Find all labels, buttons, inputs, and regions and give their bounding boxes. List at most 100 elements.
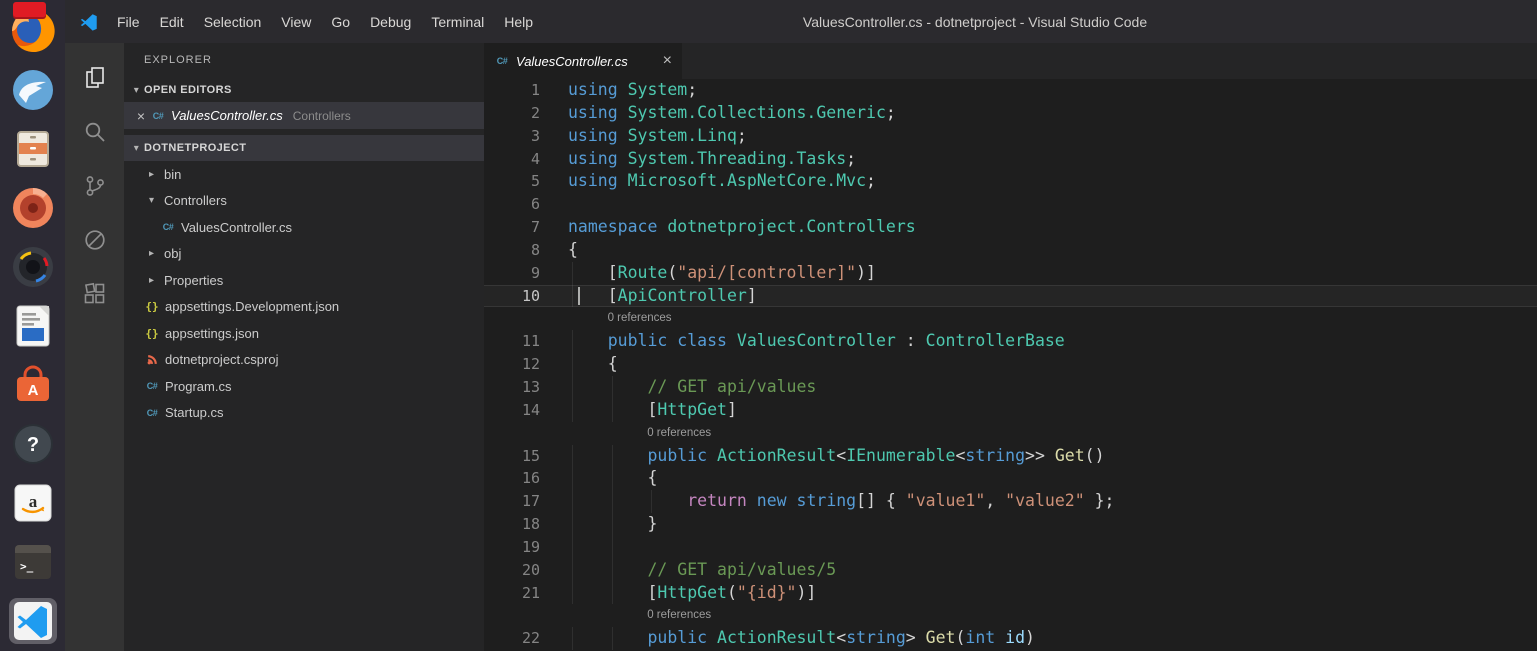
tree-item-controllers[interactable]: ▾ Controllers <box>124 188 484 215</box>
code-line-12[interactable]: 12 { <box>484 353 1537 376</box>
code-editor[interactable]: 1 using System; 2 using System.Collections.… <box>484 79 1537 651</box>
code-line-22[interactable]: 22 public ActionResult<string> Get(int i… <box>484 627 1537 651</box>
activity-debug-icon[interactable] <box>69 213 121 267</box>
tree-item-startup-cs[interactable]: C# Startup.cs <box>124 400 484 427</box>
menu-edit[interactable]: Edit <box>150 14 194 30</box>
menu-view[interactable]: View <box>271 14 321 30</box>
code-line-1[interactable]: 1 using System; <box>484 79 1537 102</box>
code-line-13[interactable]: 13 // GET api/values <box>484 375 1537 399</box>
indent-guide <box>651 490 653 514</box>
line-number: 18 <box>521 515 540 534</box>
code-line-4[interactable]: 4 using System.Threading.Tasks; <box>484 148 1537 171</box>
menu-help[interactable]: Help <box>494 14 543 30</box>
vscode-icon <box>11 599 55 643</box>
menu-file[interactable]: File <box>107 14 150 30</box>
launcher-item-libreoffice-writer[interactable] <box>9 303 57 349</box>
tree-item-label: appsettings.Development.json <box>165 299 340 315</box>
chevron-down-icon: ▾ <box>148 195 155 207</box>
code-line-21[interactable]: 21 [HttpGet("{id}")] <box>484 581 1537 605</box>
code-line-9[interactable]: 9 [Route("api/[controller]")] <box>484 261 1537 285</box>
launcher-item-vscode[interactable] <box>8 598 57 644</box>
menu-selection[interactable]: Selection <box>194 14 272 30</box>
tab-close-icon[interactable]: × <box>663 53 672 69</box>
codelens-row[interactable]: 0 references <box>484 307 1537 330</box>
launcher-item-thunderbird[interactable] <box>9 67 57 113</box>
code-line-14[interactable]: 14 [HttpGet] <box>484 398 1537 422</box>
tree-item-valuescontroller-cs[interactable]: C# ValuesController.cs <box>124 214 484 241</box>
launcher-item-rhythmbox[interactable] <box>9 185 57 231</box>
code-line-5[interactable]: 5 using Microsoft.AspNetCore.Mvc; <box>484 170 1537 193</box>
launcher-item-files[interactable] <box>9 126 57 172</box>
launcher-item-shotwell[interactable] <box>9 244 57 290</box>
code-line-content: { <box>568 467 1537 491</box>
launcher-item-help[interactable]: ? <box>9 421 57 467</box>
tree-item-properties[interactable]: ▸ Properties <box>124 267 484 294</box>
code-line-20[interactable]: 20 // GET api/values/5 <box>484 558 1537 582</box>
code-line-content: { <box>568 353 1537 376</box>
tree-item-label: dotnetproject.csproj <box>165 352 279 368</box>
tree-item-label: Properties <box>164 272 224 288</box>
menu-terminal[interactable]: Terminal <box>421 14 494 30</box>
codelens-row[interactable]: 0 references <box>484 604 1537 627</box>
codelens-references[interactable]: 0 references <box>568 307 672 330</box>
open-editors-list: × C# ValuesController.cs Controllers <box>124 102 484 129</box>
code-line-8[interactable]: 8{ <box>484 239 1537 262</box>
line-number: 17 <box>521 492 540 511</box>
activity-extensions-icon[interactable] <box>69 267 121 321</box>
code-line-16[interactable]: 16 { <box>484 467 1537 491</box>
titlebar: File Edit Selection View Go Debug Terminal Help… <box>65 0 1537 43</box>
rhythmbox-icon <box>11 186 55 230</box>
close-icon[interactable]: × <box>132 109 150 123</box>
csproj-file-icon <box>144 352 160 368</box>
code-line-19[interactable]: 19 <box>484 535 1537 559</box>
tree-item-appsettings-json[interactable]: {} appsettings.json <box>124 320 484 347</box>
code-line-6[interactable]: 6 <box>484 193 1537 216</box>
tree-item-obj[interactable]: ▸ obj <box>124 241 484 268</box>
code-line-content: [HttpGet("{id}")] <box>568 581 1537 605</box>
code-line-content: public ActionResult<IEnumerable<string>>… <box>568 444 1537 468</box>
activity-explorer-icon[interactable] <box>69 51 121 105</box>
line-number: 7 <box>530 218 540 237</box>
ubuntu-launcher: A? a >_ <box>0 0 65 651</box>
menu-go[interactable]: Go <box>321 14 360 30</box>
open-editor-detail: Controllers <box>292 108 351 123</box>
activity-search-icon[interactable] <box>69 105 121 159</box>
workbench: EXPLORER ▾ OPEN EDITORS × C# ValuesControl… <box>65 43 1537 651</box>
code-line-7[interactable]: 7 namespace dotnetproject.Controllers <box>484 216 1537 239</box>
open-editors-header[interactable]: ▾ OPEN EDITORS <box>124 78 484 102</box>
launcher-item-terminal[interactable]: >_ <box>9 539 57 585</box>
menu-debug[interactable]: Debug <box>360 14 421 30</box>
code-line-2[interactable]: 2 using System.Collections.Generic; <box>484 102 1537 125</box>
activity-source-control-icon[interactable] <box>69 159 121 213</box>
csharp-file-icon: C# <box>152 110 164 121</box>
code-line-17[interactable]: 17 return new string[] { "value1", "valu… <box>484 490 1537 514</box>
indent-guide <box>572 261 573 285</box>
codelens-references[interactable]: 0 references <box>568 422 711 445</box>
tree-item-program-cs[interactable]: C# Program.cs <box>124 373 484 400</box>
tree-item-label: Controllers <box>164 193 227 209</box>
project-section-header[interactable]: ▾ DOTNETPROJECT <box>124 135 484 161</box>
tree-item-appsettings-development-json[interactable]: {} appsettings.Development.json <box>124 294 484 321</box>
recording-indicator-icon[interactable] <box>13 2 46 19</box>
tab-valuescontroller-cs[interactable]: C# ValuesController.cs × <box>484 43 682 79</box>
code-line-content: [ApiController] <box>568 284 1537 308</box>
code-line-11[interactable]: 11 public class ValuesController : Contr… <box>484 330 1537 354</box>
code-line-3[interactable]: 3 using System.Linq; <box>484 125 1537 148</box>
code-line-18[interactable]: 18 } <box>484 513 1537 536</box>
open-editor-item[interactable]: × C# ValuesController.cs Controllers <box>124 102 484 129</box>
code-line-content: { <box>568 239 578 259</box>
line-number: 4 <box>530 149 540 168</box>
chevron-down-icon: ▾ <box>133 142 140 154</box>
code-line-content <box>568 193 1537 216</box>
code-line-15[interactable]: 15 public ActionResult<IEnumerable<strin… <box>484 444 1537 468</box>
tree-item-dotnetproject-csproj[interactable]: dotnetproject.csproj <box>124 347 484 374</box>
tree-item-bin[interactable]: ▸ bin <box>124 161 484 188</box>
open-editors-label: OPEN EDITORS <box>144 84 232 96</box>
indent-guide <box>572 330 573 354</box>
line-number: 21 <box>521 583 540 602</box>
code-line-10[interactable]: 10 [ApiController] <box>484 284 1537 308</box>
launcher-item-ubuntu-software[interactable]: A <box>9 362 57 408</box>
codelens-row[interactable]: 0 references <box>484 422 1537 445</box>
launcher-item-amazon[interactable]: a <box>9 480 57 526</box>
codelens-references[interactable]: 0 references <box>568 604 711 627</box>
